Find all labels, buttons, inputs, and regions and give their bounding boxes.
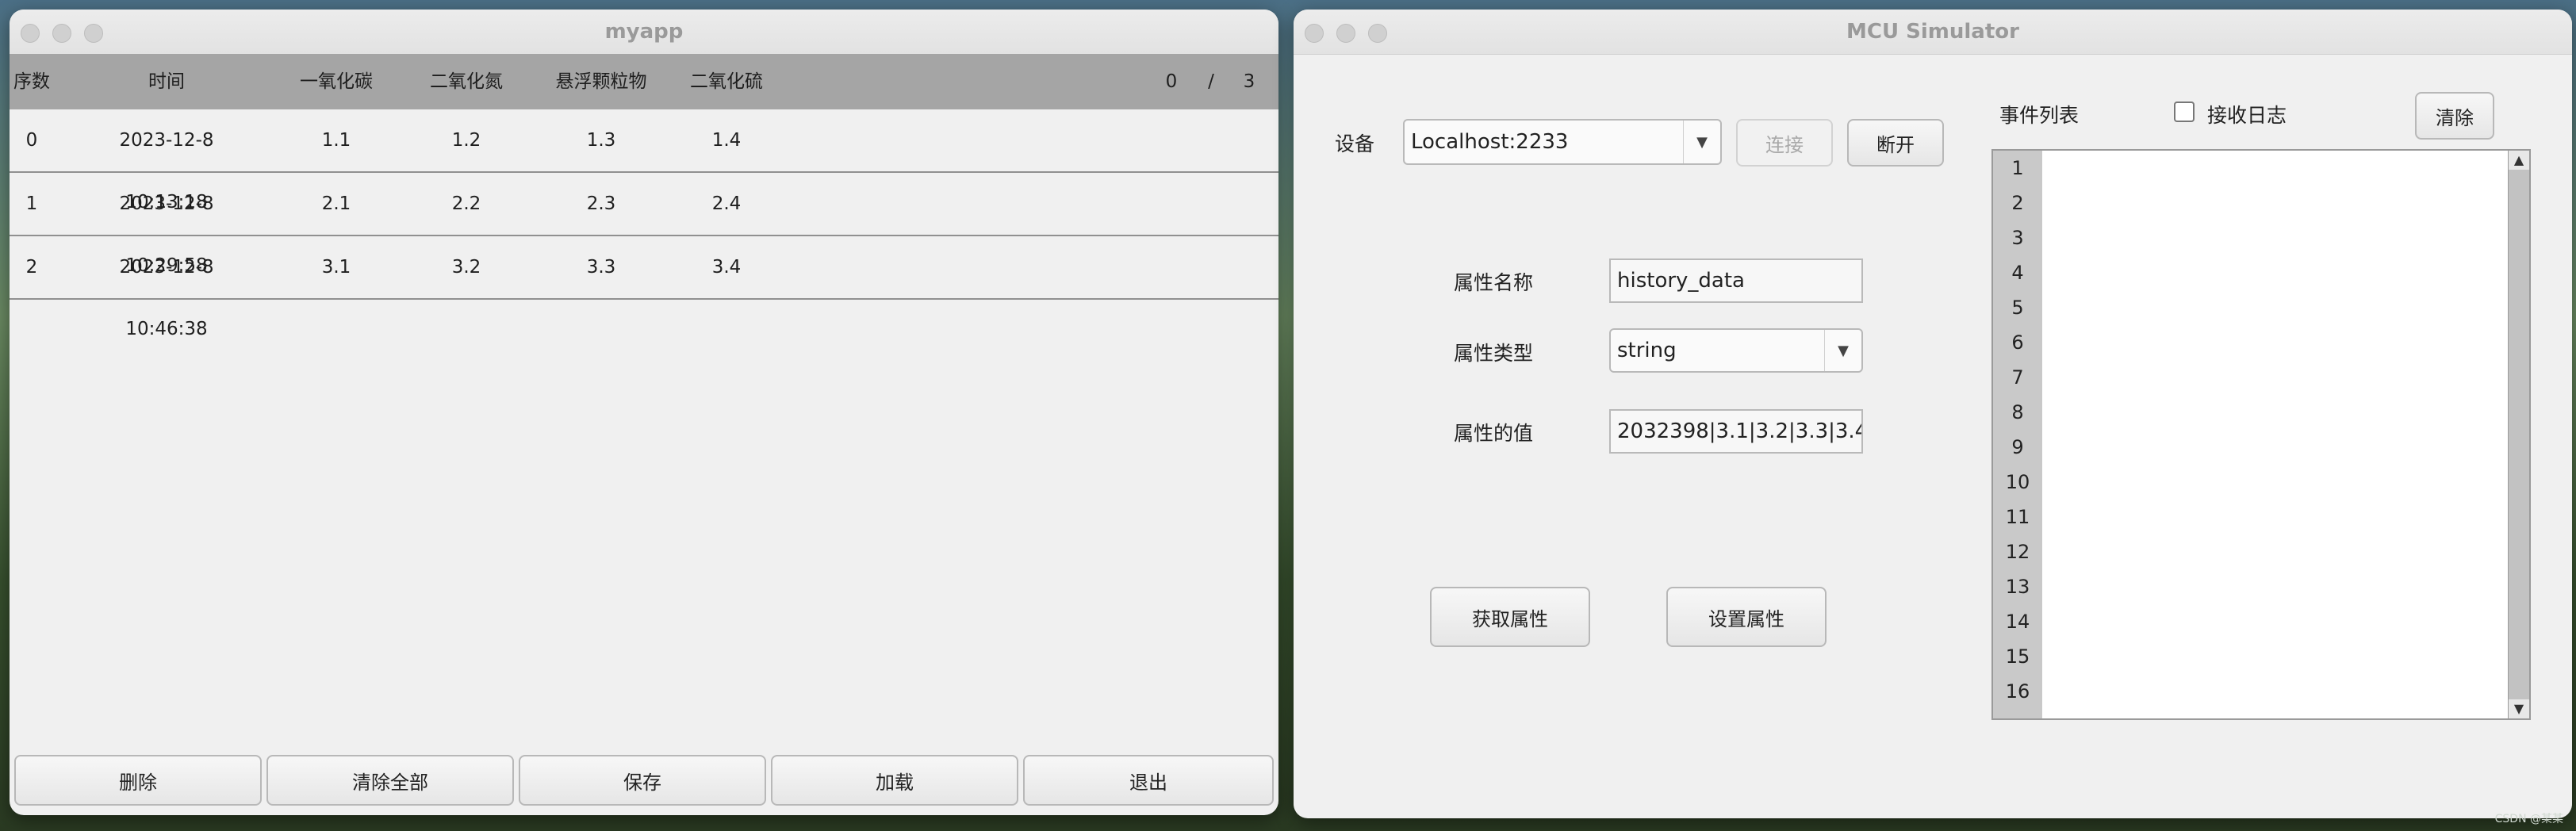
scroll-up-icon[interactable]: ▲ bbox=[2509, 151, 2529, 170]
prop-type-label: 属性类型 bbox=[1454, 342, 1534, 365]
cell-pm: 3.3 bbox=[586, 257, 616, 278]
pager-current: 0 bbox=[1165, 71, 1178, 92]
cell-index: 2 bbox=[25, 257, 38, 278]
column-header-no2[interactable]: 二氧化氮 bbox=[406, 54, 527, 109]
event-log-editor[interactable]: 1 2 3 4 5 6 7 8 9 10 11 12 13 14 15 16 ▲… bbox=[1991, 149, 2531, 720]
prop-name-label: 属性名称 bbox=[1454, 271, 1534, 294]
mcu-simulator-window: MCU Simulator 设备 Localhost:2233 ▼ 连接 断开 … bbox=[1294, 10, 2572, 818]
line-number: 14 bbox=[2005, 611, 2030, 633]
cell-no2: 1.2 bbox=[451, 130, 481, 151]
events-label: 事件列表 bbox=[1999, 104, 2080, 127]
chevron-down-icon: ▼ bbox=[1824, 330, 1861, 371]
titlebar: myapp bbox=[10, 10, 1278, 55]
column-header-pm[interactable]: 悬浮颗粒物 bbox=[533, 54, 669, 109]
device-select-value: Localhost:2233 bbox=[1411, 130, 1569, 154]
line-number: 5 bbox=[2011, 297, 2024, 319]
disconnect-button[interactable]: 断开 bbox=[1847, 119, 1944, 167]
prop-name-input[interactable]: history_data bbox=[1609, 258, 1863, 303]
prop-type-select[interactable]: string ▼ bbox=[1609, 328, 1863, 373]
cell-no2: 2.2 bbox=[451, 193, 481, 214]
line-number: 15 bbox=[2005, 645, 2030, 668]
device-select[interactable]: Localhost:2233 ▼ bbox=[1403, 119, 1722, 165]
cell-pm: 1.3 bbox=[586, 130, 616, 151]
cell-no2: 3.2 bbox=[451, 257, 481, 278]
device-label: 设备 bbox=[1335, 132, 1375, 155]
line-number: 16 bbox=[2005, 680, 2030, 703]
line-number: 7 bbox=[2011, 366, 2024, 389]
prop-value-input[interactable]: 2032398|3.1|3.2|3.3|3.4 bbox=[1609, 409, 1863, 454]
table-row[interactable]: 1 2023-12-8 10:29:58 2.1 2.2 2.3 2.4 bbox=[10, 173, 1278, 276]
column-header-so2[interactable]: 二氧化硫 bbox=[666, 54, 787, 109]
window-title: myapp bbox=[604, 20, 684, 44]
line-number: 10 bbox=[2005, 471, 2030, 493]
receive-log-checkbox[interactable] bbox=[2174, 101, 2195, 122]
line-number: 9 bbox=[2011, 436, 2024, 458]
cell-so2: 1.4 bbox=[711, 130, 742, 151]
clear-events-button[interactable]: 清除 bbox=[2415, 92, 2494, 140]
line-number: 12 bbox=[2005, 541, 2030, 563]
window-title: MCU Simulator bbox=[1846, 20, 2019, 44]
table-row[interactable]: 2 2023-12-8 10:46:38 3.1 3.2 3.3 3.4 bbox=[10, 236, 1278, 339]
vertical-scrollbar[interactable]: ▲ ▼ bbox=[2508, 151, 2529, 718]
clear-all-button[interactable]: 清除全部 bbox=[266, 755, 514, 806]
titlebar: MCU Simulator bbox=[1294, 10, 2572, 55]
cell-index: 0 bbox=[25, 130, 38, 151]
receive-log-label: 接收日志 bbox=[2207, 104, 2287, 127]
line-number: 8 bbox=[2011, 401, 2024, 423]
load-button[interactable]: 加载 bbox=[771, 755, 1018, 806]
line-number: 3 bbox=[2011, 227, 2024, 249]
prop-type-select-value: string bbox=[1617, 339, 1677, 362]
cell-so2: 2.4 bbox=[711, 193, 742, 214]
set-property-button[interactable]: 设置属性 bbox=[1666, 587, 1827, 647]
delete-button[interactable]: 删除 bbox=[14, 755, 262, 806]
cell-co: 1.1 bbox=[321, 130, 351, 151]
myapp-window: myapp 序数 时间 一氧化碳 二氧化氮 悬浮颗粒物 二氧化硫 0 / 3 0… bbox=[10, 10, 1278, 815]
get-property-button[interactable]: 获取属性 bbox=[1430, 587, 1590, 647]
table-header: 序数 时间 一氧化碳 二氧化氮 悬浮颗粒物 二氧化硫 0 / 3 bbox=[10, 54, 1278, 109]
watermark-text: CSDN @某某 bbox=[2494, 813, 2563, 825]
save-button[interactable]: 保存 bbox=[519, 755, 766, 806]
cell-pm: 2.3 bbox=[586, 193, 616, 214]
chevron-down-icon: ▼ bbox=[1683, 121, 1720, 163]
pager-total: 3 bbox=[1243, 71, 1255, 92]
line-number: 11 bbox=[2005, 506, 2030, 528]
line-number: 2 bbox=[2011, 192, 2024, 214]
line-number: 13 bbox=[2005, 576, 2030, 598]
column-header-index[interactable]: 序数 bbox=[10, 54, 54, 109]
line-number: 4 bbox=[2011, 262, 2024, 284]
cell-time: 2023-12-8 10:46:38 bbox=[119, 257, 214, 339]
cell-so2: 3.4 bbox=[711, 257, 742, 278]
column-header-co[interactable]: 一氧化碳 bbox=[276, 54, 397, 109]
line-number-gutter: 1 2 3 4 5 6 7 8 9 10 11 12 13 14 15 16 bbox=[1993, 151, 2042, 718]
pager-separator: / bbox=[1208, 71, 1214, 92]
cell-co: 3.1 bbox=[321, 257, 351, 278]
cell-index: 1 bbox=[25, 193, 38, 214]
action-bar: 删除 清除全部 保存 加载 退出 bbox=[10, 737, 1278, 815]
connect-button[interactable]: 连接 bbox=[1736, 119, 1833, 167]
column-header-time[interactable]: 时间 bbox=[95, 54, 238, 109]
line-number: 6 bbox=[2011, 331, 2024, 354]
prop-value-label: 属性的值 bbox=[1454, 422, 1534, 445]
table-row[interactable]: 0 2023-12-8 10:13:18 1.1 1.2 1.3 1.4 bbox=[10, 109, 1278, 213]
exit-button[interactable]: 退出 bbox=[1023, 755, 1274, 806]
cell-co: 2.1 bbox=[321, 193, 351, 214]
scroll-down-icon[interactable]: ▼ bbox=[2509, 699, 2529, 718]
line-number: 1 bbox=[2011, 157, 2024, 179]
